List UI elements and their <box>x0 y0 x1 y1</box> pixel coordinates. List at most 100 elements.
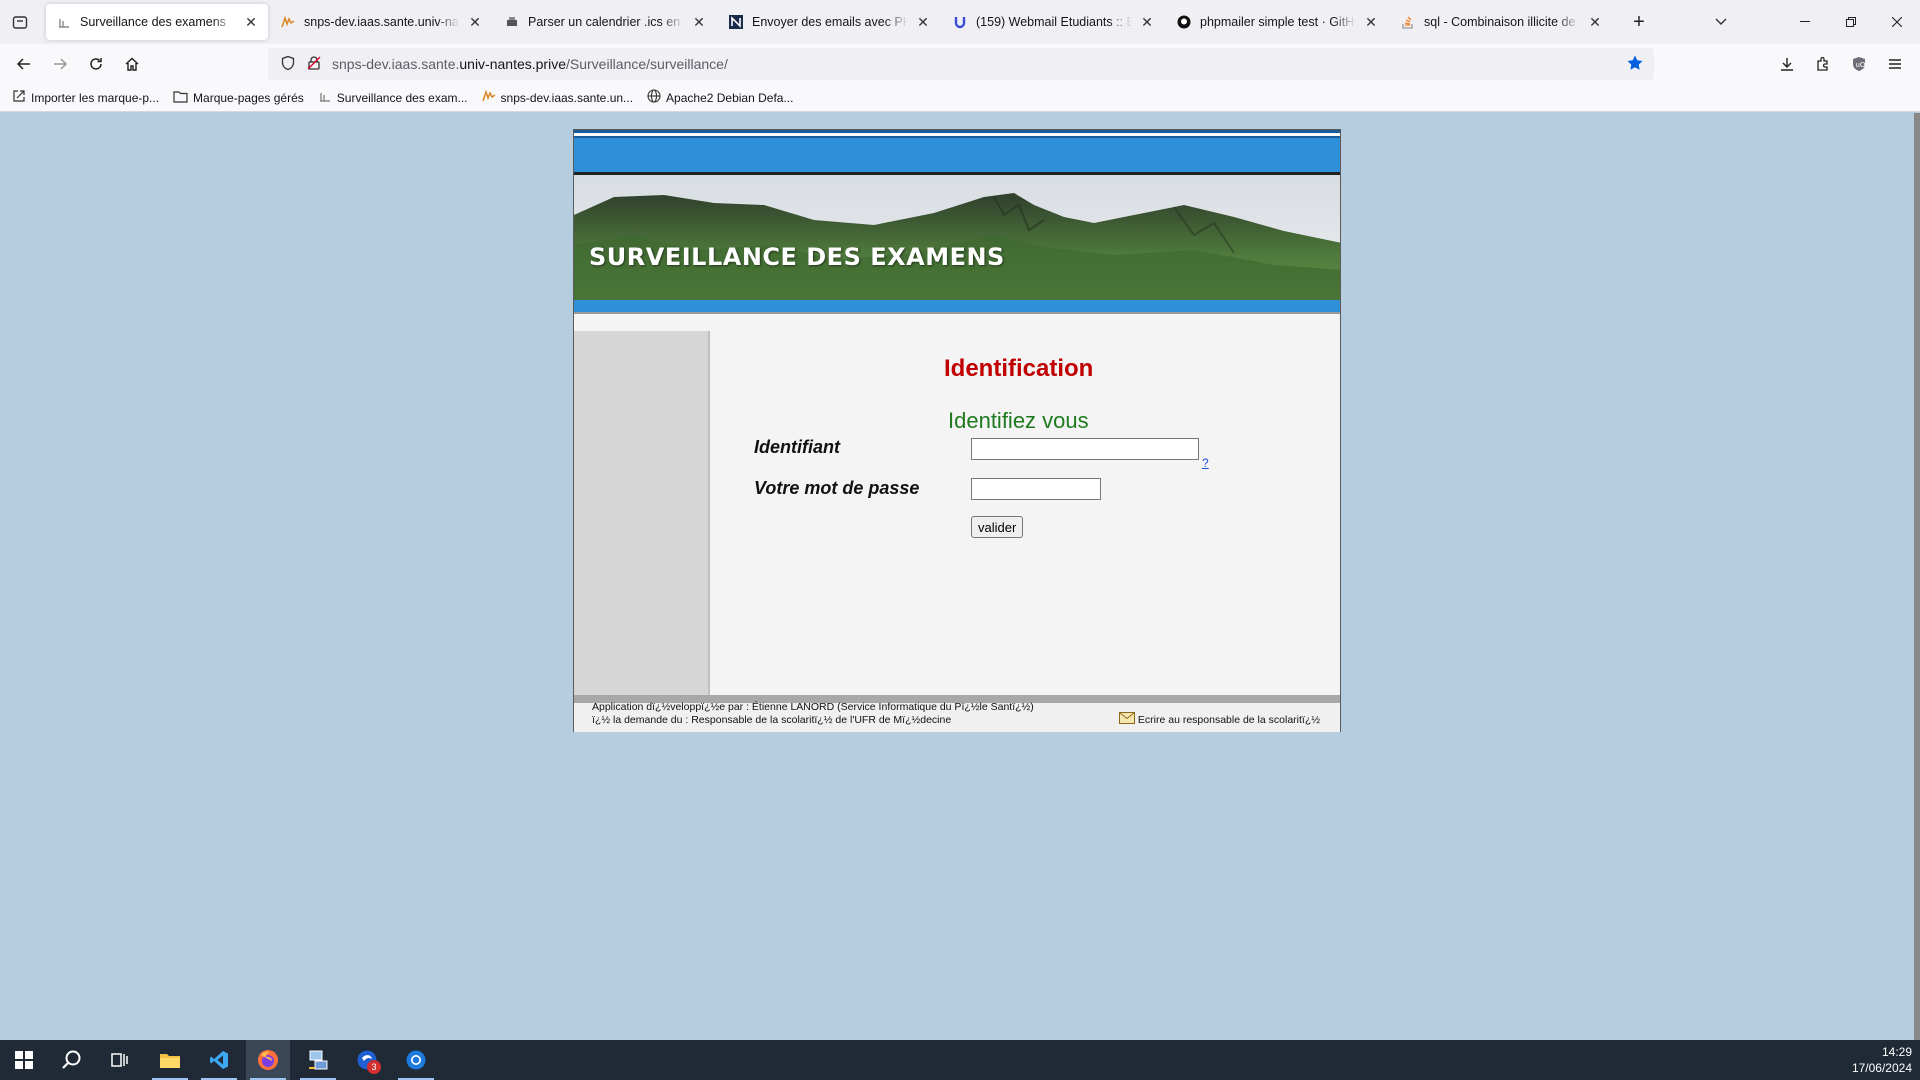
banner-bottom-bar <box>574 300 1340 314</box>
scrollbar[interactable] <box>1914 113 1920 1040</box>
tracking-shield-icon[interactable] <box>280 55 296 74</box>
form-title: Identification <box>944 355 1094 382</box>
folder-icon <box>280 14 296 30</box>
page-icon <box>56 14 72 30</box>
mail-link-label: Ecrire au responsable de la scolaritï¿½ <box>1137 713 1320 726</box>
close-tab-icon[interactable]: ✕ <box>1140 14 1154 31</box>
folder-icon <box>173 90 188 106</box>
bookmark-label: Apache2 Debian Defa... <box>666 90 794 105</box>
tab-phpmailer[interactable]: Envoyer des emails avec PHPMailer ✕ <box>718 4 940 40</box>
password-input[interactable] <box>971 478 1101 500</box>
chrome-icon[interactable] <box>394 1040 438 1080</box>
address-bar[interactable]: snps-dev.iaas.sante.univ-nantes.prive/Su… <box>268 48 1654 80</box>
close-tab-icon[interactable]: ✕ <box>1588 14 1602 31</box>
login-label: Identifiant <box>754 437 840 457</box>
bookmark-surveillance[interactable]: Surveillance des exam... <box>318 89 468 106</box>
tab-label: Envoyer des emails avec PHPMailer <box>752 15 908 29</box>
password-label: Votre mot de passe <box>754 478 920 498</box>
tab-parser-ics[interactable]: Parser un calendrier .ics en php ✕ <box>494 4 716 40</box>
start-icon[interactable] <box>2 1040 46 1080</box>
bookmarks-toolbar: Importer les marque-p... Marque-pages gé… <box>0 84 1920 112</box>
page-icon <box>318 89 332 106</box>
clock-date: 17/06/2024 <box>1851 1061 1912 1075</box>
bookmark-import[interactable]: Importer les marque-p... <box>12 89 159 106</box>
svg-text:uO: uO <box>1856 61 1866 69</box>
tab-overview-icon[interactable] <box>8 10 32 34</box>
close-tab-icon[interactable]: ✕ <box>244 14 258 31</box>
close-tab-icon[interactable]: ✕ <box>1364 14 1378 31</box>
footer-credits: Application dï¿½veloppï¿½e par : Étienne… <box>592 701 1034 713</box>
bookmark-star-icon[interactable] <box>1626 54 1644 75</box>
menu-icon[interactable] <box>1883 52 1907 76</box>
minimize-icon[interactable] <box>1790 10 1820 34</box>
page-viewport: SURVEILLANCE DES EXAMENS Identification … <box>0 113 1920 1040</box>
clock-time: 14:29 <box>1881 1045 1912 1059</box>
tab-github[interactable]: phpmailer simple test · GitHub ✕ <box>1166 4 1388 40</box>
tab-webmail[interactable]: (159) Webmail Etudiants :: Boîte ✕ <box>942 4 1164 40</box>
close-tab-icon[interactable]: ✕ <box>468 14 482 31</box>
tab-bar: Surveillance des examens ✕ snps-dev.iaas… <box>0 0 1920 44</box>
extensions-icon[interactable] <box>1811 52 1835 76</box>
tab-label: Parser un calendrier .ics en php <box>528 15 684 29</box>
ublock-icon[interactable]: uO <box>1847 52 1871 76</box>
list-tabs-icon[interactable] <box>1706 10 1736 34</box>
bookmark-label: Importer les marque-p... <box>31 90 160 105</box>
file-explorer-icon[interactable] <box>148 1040 192 1080</box>
tab-surveillance[interactable]: Surveillance des examens ✕ <box>46 4 268 40</box>
tab-label: snps-dev.iaas.sante.univ-nantes <box>304 15 460 29</box>
bookmark-label: snps-dev.iaas.sante.un... <box>500 90 634 105</box>
bookmark-snps-dev[interactable]: snps-dev.iaas.sante.un... <box>481 89 634 106</box>
footer-request: ï¿½ la demande du : Responsable de la sc… <box>592 714 952 726</box>
globe-icon <box>647 89 661 106</box>
printer-icon <box>504 14 520 30</box>
tab-stackoverflow[interactable]: sql - Combinaison illicite de coll ✕ <box>1390 4 1612 40</box>
footer: Application dï¿½veloppï¿½e par : Étienne… <box>574 695 1340 732</box>
close-tab-icon[interactable]: ✕ <box>692 14 706 31</box>
import-icon <box>12 89 26 106</box>
taskbar: 3 14:29 17/06/2024 <box>0 1040 1920 1080</box>
envelope-icon <box>1118 712 1135 727</box>
bookmark-label: Marque-pages gérés <box>193 90 304 105</box>
header-band <box>574 130 1340 176</box>
tab-snps-dev[interactable]: snps-dev.iaas.sante.univ-nantes ✕ <box>270 4 492 40</box>
back-icon[interactable] <box>12 52 36 76</box>
tab-label: sql - Combinaison illicite de coll <box>1424 15 1580 29</box>
mail-link[interactable]: Ecrire au responsable de la scolaritï¿½ <box>1118 712 1320 727</box>
notification-badge: 3 <box>367 1060 381 1074</box>
bookmark-managed-folder[interactable]: Marque-pages gérés <box>173 90 304 106</box>
u-logo-icon <box>952 14 968 30</box>
vscode-icon[interactable] <box>197 1040 241 1080</box>
home-icon[interactable] <box>120 52 144 76</box>
header-banner: SURVEILLANCE DES EXAMENS <box>574 172 1340 314</box>
reload-icon[interactable] <box>84 52 108 76</box>
close-tab-icon[interactable]: ✕ <box>916 14 930 31</box>
restore-icon[interactable] <box>1836 10 1866 34</box>
task-view-icon[interactable] <box>98 1040 142 1080</box>
insecure-lock-icon[interactable] <box>306 55 322 74</box>
github-icon <box>1176 14 1192 30</box>
app-container: SURVEILLANCE DES EXAMENS Identification … <box>573 129 1341 732</box>
system-clock[interactable]: 14:29 17/06/2024 <box>1852 1044 1912 1076</box>
tab-label: phpmailer simple test · GitHub <box>1200 15 1356 29</box>
tab-label: (159) Webmail Etudiants :: Boîte <box>976 15 1132 29</box>
stackoverflow-icon <box>1400 14 1416 30</box>
close-window-icon[interactable] <box>1882 10 1912 34</box>
forward-icon[interactable] <box>48 52 72 76</box>
login-input[interactable] <box>971 438 1199 460</box>
downloads-icon[interactable] <box>1775 52 1799 76</box>
help-link[interactable]: ? <box>1202 456 1209 470</box>
thunderbird-icon[interactable]: 3 <box>345 1040 389 1080</box>
bookmark-apache[interactable]: Apache2 Debian Defa... <box>647 89 793 106</box>
network-tool-icon[interactable] <box>296 1040 340 1080</box>
left-sidebar <box>574 331 710 695</box>
folder-icon <box>481 89 496 106</box>
search-icon[interactable] <box>50 1040 94 1080</box>
banner-title: SURVEILLANCE DES EXAMENS <box>589 243 1005 271</box>
n-logo-icon <box>728 14 744 30</box>
new-tab-icon[interactable]: + <box>1624 10 1654 34</box>
firefox-icon[interactable] <box>246 1040 290 1080</box>
tab-label: Surveillance des examens <box>80 15 226 29</box>
navigation-toolbar: snps-dev.iaas.sante.univ-nantes.prive/Su… <box>0 44 1920 84</box>
form-subtitle: Identifiez vous <box>948 408 1089 433</box>
submit-button[interactable]: valider <box>971 516 1024 538</box>
